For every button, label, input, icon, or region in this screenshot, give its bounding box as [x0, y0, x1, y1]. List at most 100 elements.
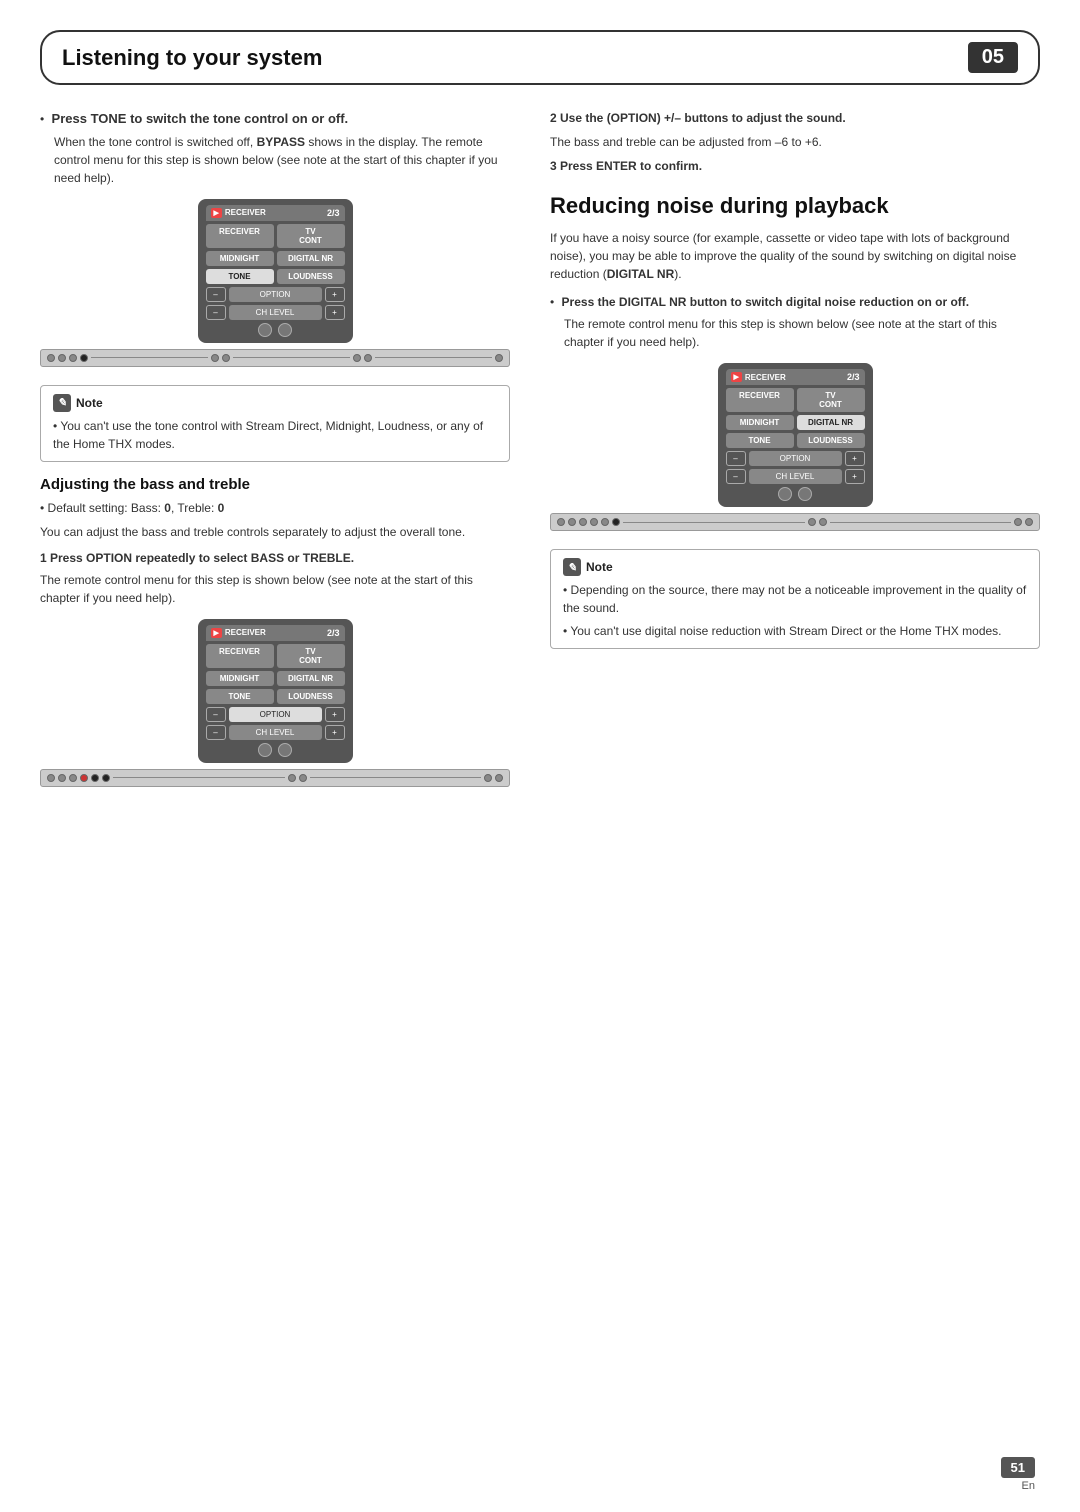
remote-row-tone-3: TONE LOUDNESS	[726, 433, 865, 448]
left-column: • Press TONE to switch the tone control …	[40, 105, 540, 805]
remote-btn-receiver-3: RECEIVER	[726, 388, 794, 412]
remote-page-2: 2/3	[327, 628, 340, 638]
remote-btn-plus-1: +	[325, 287, 345, 302]
remote-row-receiver-1: RECEIVER TVCONT	[206, 224, 345, 248]
remote-btn-midnight-1: MIDNIGHT	[206, 251, 274, 266]
remote-btn-minus-1: –	[206, 287, 226, 302]
receiver-strip-2	[40, 769, 510, 787]
remote-btn-minus-2: –	[206, 707, 226, 722]
remote-label-3: RECEIVER	[745, 373, 786, 382]
step2-body: The bass and treble can be adjusted from…	[550, 133, 1040, 151]
strip2-c8	[299, 774, 307, 782]
remote-btn-loudness-3: LOUDNESS	[797, 433, 865, 448]
remote-body-2: ▶ RECEIVER 2/3 RECEIVER TVCONT MIDNIGHT …	[198, 619, 353, 763]
strip-line2	[233, 357, 350, 358]
step2-bold: 2 Use the (OPTION) +/– buttons to adjust…	[550, 109, 1040, 127]
remote-control-2: ▶ RECEIVER 2/3 RECEIVER TVCONT MIDNIGHT …	[40, 619, 510, 793]
remote-btn-loudness-1: LOUDNESS	[277, 269, 345, 284]
remote-icons-3	[726, 487, 865, 501]
strip2-c6	[102, 774, 110, 782]
remote-btn-digitalnr-1: DIGITAL NR	[277, 251, 345, 266]
main-content: • Press TONE to switch the tone control …	[0, 105, 1080, 805]
strip-c9	[495, 354, 503, 362]
remote-body-1: ▶ RECEIVER 2/3 RECEIVER TVCONT MIDNIGHT …	[198, 199, 353, 343]
remote-logo-3: ▶ RECEIVER	[731, 372, 786, 382]
step1-bold: 1 Press OPTION repeatedly to select BASS…	[40, 549, 510, 567]
strip2-c7	[288, 774, 296, 782]
remote-btn-minus-ch-1: –	[206, 305, 226, 320]
strip-line1	[91, 357, 208, 358]
remote-btn-tone-3: TONE	[726, 433, 794, 448]
step1-body: The remote control menu for this step is…	[40, 571, 510, 607]
remote-chlevel-row-2: – CH LEVEL +	[206, 725, 345, 740]
strip3-c7	[808, 518, 816, 526]
note-icon-1: ✎	[53, 394, 71, 412]
remote-row-receiver-2: RECEIVER TVCONT	[206, 644, 345, 668]
remote-control-1: ▶ RECEIVER 2/3 RECEIVER TVCONT MIDNIGHT …	[40, 199, 510, 373]
strip2-line1	[113, 777, 285, 778]
reducing-heading: Reducing noise during playback	[550, 193, 1040, 219]
remote-icon-home-2	[258, 743, 272, 757]
strip3-c4	[590, 518, 598, 526]
adjusting-default: • Default setting: Bass: 0, Treble: 0	[40, 499, 510, 517]
bullet2-body: The remote control menu for this step is…	[564, 315, 1040, 351]
remote-body-3: ▶ RECEIVER 2/3 RECEIVER TVCONT MIDNIGHT …	[718, 363, 873, 507]
remote-btn-minus-ch-2: –	[206, 725, 226, 740]
remote-label-1: RECEIVER	[225, 208, 266, 217]
note-header-2: ✎ Note	[563, 558, 1027, 576]
note-header-1: ✎ Note	[53, 394, 497, 412]
remote-icons-1	[206, 323, 345, 337]
remote-btn-option-2: OPTION	[229, 707, 322, 722]
remote-btn-chlevel-1: CH LEVEL	[229, 305, 322, 320]
strip3-c8	[819, 518, 827, 526]
strip2-c4	[80, 774, 88, 782]
strip-c5	[211, 354, 219, 362]
note-box-2: ✎ Note • Depending on the source, there …	[550, 549, 1040, 649]
strip3-c3	[579, 518, 587, 526]
remote-icon-return-3	[798, 487, 812, 501]
remote-icon-return-1	[278, 323, 292, 337]
remote-row-midnight-3: MIDNIGHT DIGITAL NR	[726, 415, 865, 430]
remote-btn-midnight-2: MIDNIGHT	[206, 671, 274, 686]
strip3-line2	[830, 522, 1012, 523]
page-header: Listening to your system 05	[40, 30, 1040, 85]
strip2-c5	[91, 774, 99, 782]
strip2-c9	[484, 774, 492, 782]
remote-row-tone-1: TONE LOUDNESS	[206, 269, 345, 284]
remote-page-3: 2/3	[847, 372, 860, 382]
remote-btn-minus-ch-3: –	[726, 469, 746, 484]
strip2-c10	[495, 774, 503, 782]
remote-icon-home-3	[778, 487, 792, 501]
remote-btn-minus-3: –	[726, 451, 746, 466]
remote-icons-2	[206, 743, 345, 757]
remote-btn-digitalnr-3: DIGITAL NR	[797, 415, 865, 430]
remote-icon-home-1	[258, 323, 272, 337]
note-text-2b: • You can't use digital noise reduction …	[563, 622, 1027, 640]
page-title: Listening to your system	[62, 45, 322, 71]
strip2-c2	[58, 774, 66, 782]
strip-c1	[47, 354, 55, 362]
remote-row-midnight-2: MIDNIGHT DIGITAL NR	[206, 671, 345, 686]
right-column: 2 Use the (OPTION) +/– buttons to adjust…	[540, 105, 1040, 805]
chapter-number: 05	[968, 42, 1018, 73]
remote-btn-chlevel-3: CH LEVEL	[749, 469, 842, 484]
remote-row-receiver-3: RECEIVER TVCONT	[726, 388, 865, 412]
strip-c8	[364, 354, 372, 362]
remote-option-row-3: – OPTION +	[726, 451, 865, 466]
remote-option-row-1: – OPTION +	[206, 287, 345, 302]
remote-header-1: ▶ RECEIVER 2/3	[206, 205, 345, 221]
remote-row-midnight-1: MIDNIGHT DIGITAL NR	[206, 251, 345, 266]
receiver-strip-3	[550, 513, 1040, 531]
remote-option-row-2: – OPTION +	[206, 707, 345, 722]
remote-logo-1: ▶ RECEIVER	[211, 208, 266, 218]
remote-btn-plus-3: +	[845, 451, 865, 466]
remote-logo-2: ▶ RECEIVER	[211, 628, 266, 638]
remote-btn-chlevel-2: CH LEVEL	[229, 725, 322, 740]
strip2-c1	[47, 774, 55, 782]
bullet-tone: • Press TONE to switch the tone control …	[40, 109, 510, 187]
remote-icon-return-2	[278, 743, 292, 757]
note-text-2a: • Depending on the source, there may not…	[563, 581, 1027, 617]
strip2-c3	[69, 774, 77, 782]
strip3-c5	[601, 518, 609, 526]
remote-btn-loudness-2: LOUDNESS	[277, 689, 345, 704]
